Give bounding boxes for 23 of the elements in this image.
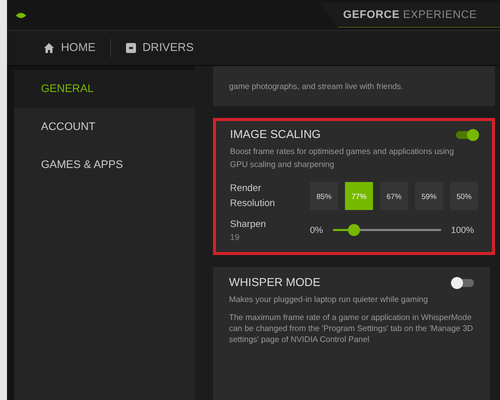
toggle-switch[interactable] bbox=[452, 279, 474, 287]
sidebar-item[interactable]: GAMES & APPS bbox=[14, 146, 195, 184]
sharpen-slider[interactable] bbox=[333, 224, 442, 236]
slider-max-label: 100% bbox=[451, 224, 474, 234]
sharpen-value: 19 bbox=[230, 232, 240, 242]
card-title: WHISPER MODE bbox=[229, 277, 320, 289]
card-description: game photographs, and stream live with friends. bbox=[229, 80, 404, 92]
slider-min-label: 0% bbox=[310, 224, 324, 234]
card-description: Boost frame rates for optimised games and applications using GPU scaling and sharpening bbox=[230, 146, 455, 171]
nav-link[interactable]: HOME bbox=[43, 38, 96, 58]
toggle-switch[interactable] bbox=[456, 131, 478, 139]
card-description: Makes your plugged-in laptop run quieter while gaming bbox=[229, 294, 429, 306]
render-resolution-label: Render Resolution bbox=[230, 182, 276, 211]
drivers-icon bbox=[124, 42, 136, 54]
card-title: IMAGE SCALING bbox=[230, 129, 321, 141]
sidebar-item[interactable]: GENERAL bbox=[14, 70, 195, 108]
logo-icon bbox=[15, 10, 27, 20]
slider-thumb[interactable] bbox=[348, 224, 360, 236]
home-icon bbox=[43, 42, 55, 54]
card-note: The maximum frame rate of a game or application in WhisperMode can be changed from the 'Program Settings' tab on the 'Manage 3D settings' page of NVIDIA Control Panel bbox=[229, 312, 474, 345]
sidebar-item[interactable]: ACCOUNT bbox=[14, 108, 195, 146]
sharpen-label: Sharpen bbox=[230, 218, 267, 232]
nav-link[interactable]: DRIVERS bbox=[124, 38, 194, 58]
